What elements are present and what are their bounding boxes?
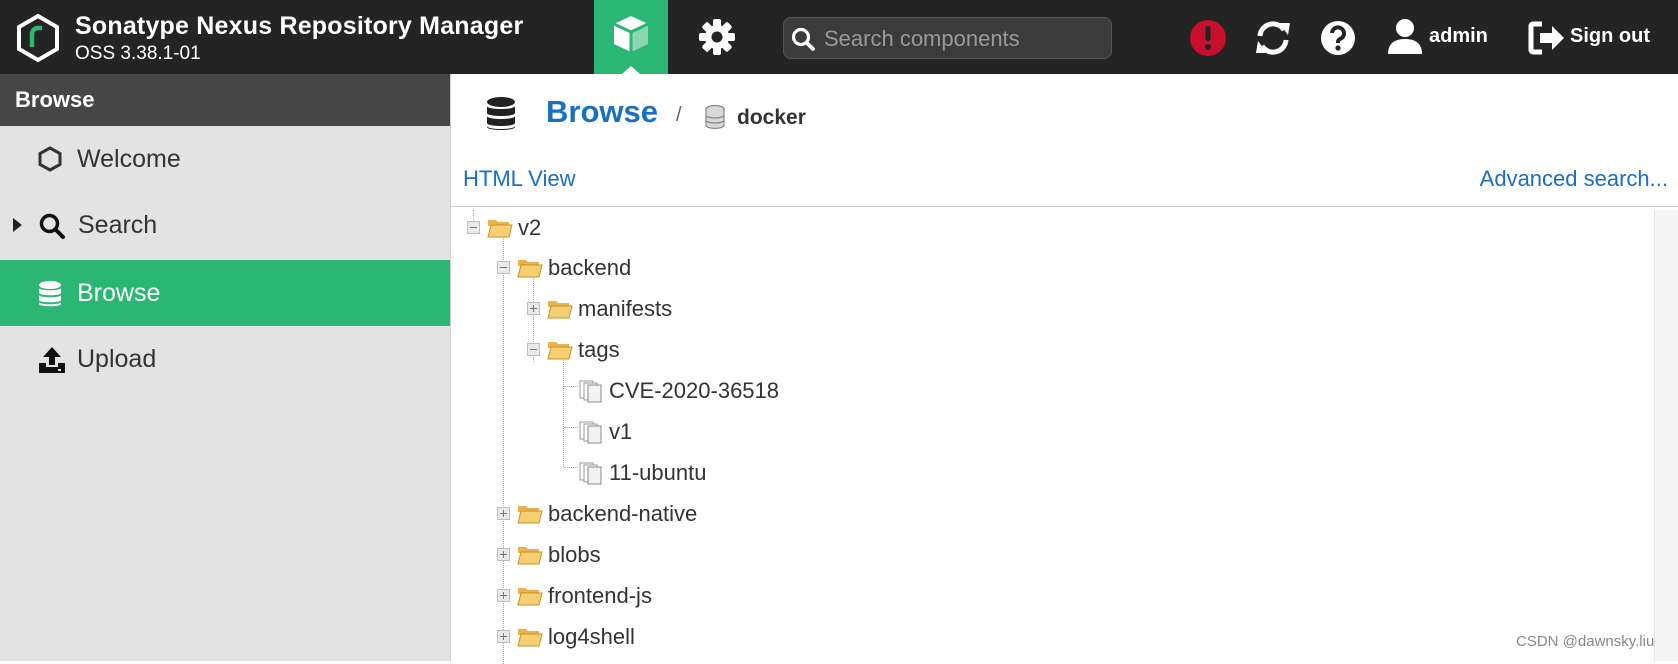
folder-open-icon xyxy=(517,506,543,524)
folder-open-icon xyxy=(517,588,543,606)
tree-node-label: v1 xyxy=(609,419,633,444)
app-version: OSS 3.38.1-01 xyxy=(75,43,201,64)
tree-guide-line xyxy=(564,386,578,387)
collapse-toggle[interactable] xyxy=(467,221,480,234)
tree-node-label: blobs xyxy=(548,542,601,567)
breadcrumb-title[interactable]: Browse xyxy=(546,94,658,130)
watermark: CSDN @dawnsky.liu xyxy=(1516,633,1655,650)
advanced-search-link[interactable]: Advanced search... xyxy=(1480,166,1668,192)
active-caret xyxy=(622,66,640,74)
folder-open-icon xyxy=(517,547,543,565)
user-icon[interactable] xyxy=(1385,16,1425,56)
html-view-link[interactable]: HTML View xyxy=(463,166,575,192)
repository-tree: v2 backend manifests tags CVE-2020-36518 xyxy=(451,210,1651,664)
tree-guide-line xyxy=(564,467,578,468)
sign-out-icon[interactable] xyxy=(1527,18,1567,58)
sidebar-item-browse[interactable]: Browse xyxy=(0,260,450,326)
gear-icon xyxy=(699,19,735,55)
tree-node-label: backend-native xyxy=(548,501,698,526)
search-box[interactable] xyxy=(783,17,1112,59)
hexagon-icon xyxy=(38,146,62,172)
alert-icon[interactable] xyxy=(1188,18,1228,58)
tree-node-label: v2 xyxy=(518,215,542,240)
search-input[interactable] xyxy=(822,20,1106,58)
upload-icon xyxy=(39,347,65,373)
sidebar-header: Browse xyxy=(0,74,450,126)
expand-arrow-icon[interactable] xyxy=(13,218,22,232)
file-stack-icon xyxy=(579,421,602,444)
folder-open-icon xyxy=(487,220,513,238)
expand-toggle[interactable] xyxy=(497,548,510,561)
sidebar: Browse Welcome Search Browse Upload xyxy=(0,74,451,661)
sidebar-item-label: Welcome xyxy=(77,145,181,173)
repository-icon xyxy=(705,104,725,129)
expand-toggle[interactable] xyxy=(497,589,510,602)
sidebar-item-search[interactable]: Search xyxy=(0,192,450,258)
sidebar-item-welcome[interactable]: Welcome xyxy=(0,126,450,192)
expand-toggle[interactable] xyxy=(497,630,510,643)
tree-node-label: 11-ubuntu xyxy=(609,460,707,485)
user-label[interactable]: admin xyxy=(1429,25,1488,48)
refresh-icon[interactable] xyxy=(1253,18,1293,58)
collapse-toggle[interactable] xyxy=(497,261,510,274)
admin-mode-button[interactable] xyxy=(692,0,742,74)
file-stack-icon xyxy=(579,380,602,403)
expand-toggle[interactable] xyxy=(527,302,540,315)
cube-icon xyxy=(613,16,649,52)
sidebar-item-label: Search xyxy=(78,211,158,239)
folder-open-icon xyxy=(517,629,543,647)
help-icon[interactable] xyxy=(1318,18,1358,58)
main-panel: Browse / docker HTML View Advanced searc… xyxy=(451,74,1678,664)
database-icon xyxy=(487,97,515,130)
tree-node-label: CVE-2020-36518 xyxy=(609,378,780,403)
breadcrumb-separator: / xyxy=(676,104,682,126)
sidebar-item-upload[interactable]: Upload xyxy=(0,326,450,392)
vertical-scrollbar[interactable] xyxy=(1654,210,1678,661)
tree-node-label: backend xyxy=(548,255,632,280)
tree-node-label: manifests xyxy=(578,296,673,321)
browse-mode-button[interactable] xyxy=(594,0,668,74)
top-bar: Sonatype Nexus Repository Manager OSS 3.… xyxy=(0,0,1678,74)
folder-open-icon xyxy=(517,260,543,278)
nexus-logo-icon xyxy=(17,14,59,62)
tree-guide-line xyxy=(563,348,564,467)
sign-out-link[interactable]: Sign out xyxy=(1570,25,1650,48)
expand-toggle[interactable] xyxy=(497,507,510,520)
tree-node-label: frontend-js xyxy=(548,583,652,608)
breadcrumb-repo: docker xyxy=(737,106,806,129)
search-icon xyxy=(39,213,65,239)
sidebar-item-label: Upload xyxy=(77,345,157,373)
tree-guide-line xyxy=(564,427,578,428)
search-icon xyxy=(791,27,815,51)
file-stack-icon xyxy=(579,462,602,485)
tree-node-label: log4shell xyxy=(548,624,635,649)
tree-node-label: tags xyxy=(578,337,620,362)
folder-open-icon xyxy=(547,342,573,360)
divider xyxy=(451,206,1678,207)
folder-open-icon xyxy=(547,301,573,319)
collapse-toggle[interactable] xyxy=(527,343,540,356)
app-title: Sonatype Nexus Repository Manager xyxy=(75,12,524,40)
sidebar-item-label: Browse xyxy=(77,279,161,307)
database-icon xyxy=(39,281,61,307)
